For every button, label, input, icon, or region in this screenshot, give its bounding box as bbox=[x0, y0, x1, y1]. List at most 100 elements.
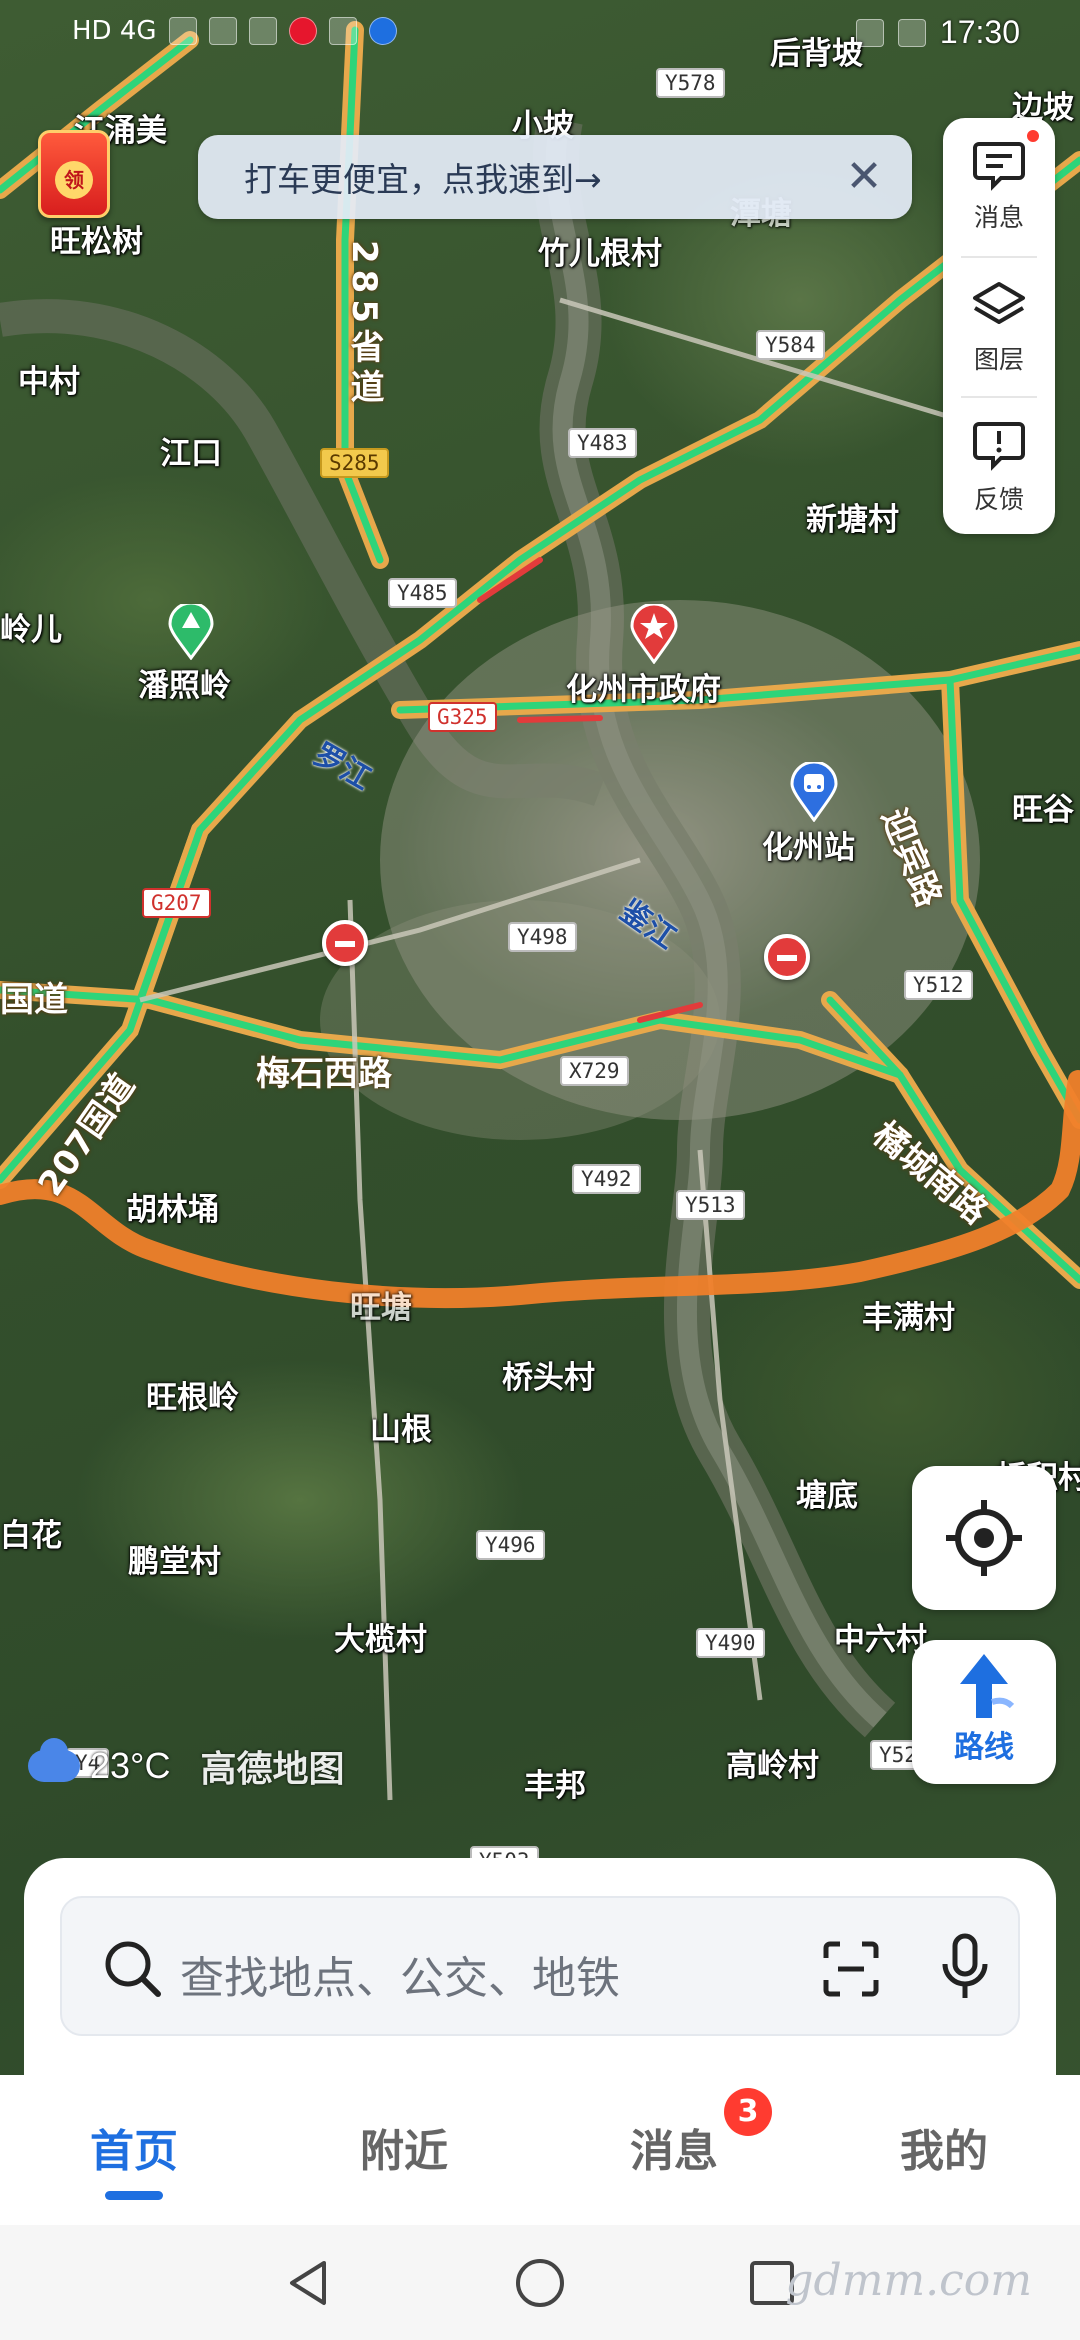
place-label: 竹儿根村 bbox=[538, 236, 662, 272]
search-icon bbox=[105, 1941, 161, 1997]
bottom-sheet: 查找地点、公交、地铁 bbox=[24, 1858, 1056, 2098]
place-label: 旺谷 bbox=[1012, 792, 1074, 828]
red-packet-button[interactable]: 领 bbox=[38, 130, 110, 218]
road-shield: G325 bbox=[428, 702, 497, 732]
network-label: HD 4G bbox=[72, 16, 157, 46]
place-label: 山根 bbox=[370, 1412, 432, 1448]
place-label: 中村 bbox=[18, 364, 80, 400]
status-bar: HD 4G 17:30 bbox=[0, 0, 1080, 70]
search-placeholder: 查找地点、公交、地铁 bbox=[180, 1953, 620, 2004]
road-name-label: 285省道 bbox=[344, 240, 384, 409]
feedback-label: 反馈 bbox=[973, 485, 1024, 514]
road-shield: Y498 bbox=[508, 922, 577, 952]
place-label: 高岭村 bbox=[726, 1748, 819, 1784]
road-shield: Y496 bbox=[476, 1530, 545, 1560]
road-shield: G207 bbox=[142, 888, 211, 918]
feedback-button[interactable]: 反馈 bbox=[943, 400, 1055, 530]
road-shield: Y492 bbox=[572, 1164, 641, 1194]
place-label: 岭儿 bbox=[0, 612, 62, 648]
feedback-icon bbox=[973, 422, 1025, 471]
layers-label: 图层 bbox=[973, 345, 1024, 374]
divider bbox=[961, 256, 1037, 258]
no-entry-icon[interactable] bbox=[322, 920, 368, 966]
road-shield: Y512 bbox=[904, 970, 973, 1000]
messages-button[interactable]: 消息 bbox=[943, 118, 1055, 248]
search-input[interactable]: 查找地点、公交、地铁 bbox=[60, 1896, 1020, 2036]
signal-icon bbox=[168, 17, 197, 45]
road-shield: S285 bbox=[320, 448, 389, 478]
road-shield: Y513 bbox=[676, 1190, 745, 1220]
place-label: 丰邦 bbox=[524, 1768, 586, 1804]
road-shield: Y578 bbox=[656, 68, 725, 98]
place-label: 大榄村 bbox=[334, 1622, 427, 1658]
road-shield: Y490 bbox=[696, 1628, 765, 1658]
back-icon[interactable] bbox=[280, 2255, 336, 2311]
locate-button[interactable] bbox=[912, 1466, 1056, 1610]
no-entry-icon[interactable] bbox=[764, 934, 810, 980]
app-notification-icon bbox=[328, 17, 357, 45]
battery-icon bbox=[897, 18, 926, 47]
map-logo: 高德地图 bbox=[200, 1749, 345, 1790]
unread-dot bbox=[1025, 128, 1041, 144]
close-icon[interactable]: ✕ bbox=[836, 149, 892, 205]
wifi-icon bbox=[208, 17, 237, 45]
red-packet-label: 领 bbox=[55, 161, 93, 199]
watermark: gdmm.com bbox=[785, 2255, 1032, 2306]
place-label: 胡林埇 bbox=[126, 1192, 219, 1228]
tab-messages[interactable]: 消息 bbox=[630, 2115, 718, 2179]
system-nav-bar: gdmm.com bbox=[0, 2225, 1080, 2340]
tab-me[interactable]: 我的 bbox=[900, 2115, 988, 2179]
tab-nearby[interactable]: 附近 bbox=[360, 2115, 448, 2179]
road-name-label: 国道 bbox=[0, 980, 68, 1020]
place-label: 旺塘 bbox=[350, 1290, 412, 1326]
temperature: 23°C bbox=[90, 1745, 171, 1786]
tab-bar: 首页 附近 消息 我的 bbox=[0, 2075, 1080, 2225]
road-shield: Y483 bbox=[568, 428, 637, 458]
bulb-icon bbox=[368, 17, 397, 45]
weather-widget[interactable]: 23°C 高德地图 bbox=[28, 1738, 345, 1792]
crosshair-icon bbox=[946, 1500, 1022, 1576]
cloud-icon bbox=[28, 1738, 80, 1782]
route-label: 路线 bbox=[954, 1730, 1014, 1765]
layers-icon bbox=[973, 282, 1025, 324]
promo-banner[interactable]: 打车更便宜，点我速到→ ✕ bbox=[198, 135, 912, 219]
place-label: 化州市政府 bbox=[566, 672, 721, 708]
road-name-label: 梅石西路 bbox=[256, 1054, 392, 1094]
notification-icon bbox=[248, 17, 277, 45]
place-label: 旺根岭 bbox=[146, 1380, 239, 1416]
divider bbox=[961, 396, 1037, 398]
status-icons-left: HD 4G bbox=[72, 16, 397, 46]
promo-banner-text: 打车更便宜，点我速到→ bbox=[244, 160, 602, 199]
place-label: 化州站 bbox=[762, 830, 855, 866]
clock: 17:30 bbox=[939, 14, 1020, 50]
road-shield: Y584 bbox=[756, 330, 825, 360]
place-label: 潘照岭 bbox=[138, 668, 231, 704]
message-icon bbox=[973, 142, 1025, 191]
layers-button[interactable]: 图层 bbox=[943, 260, 1055, 390]
train-station-icon[interactable] bbox=[790, 762, 838, 822]
road-shield: X729 bbox=[560, 1056, 629, 1086]
map-toolbar: 消息 图层 反馈 bbox=[943, 118, 1055, 534]
messages-label: 消息 bbox=[973, 203, 1024, 232]
weibo-icon bbox=[288, 17, 317, 45]
place-label: 新塘村 bbox=[806, 502, 899, 538]
route-button[interactable]: 路线 bbox=[912, 1640, 1056, 1784]
tab-home[interactable]: 首页 bbox=[90, 2115, 178, 2179]
place-label: 塘底 bbox=[796, 1478, 858, 1514]
place-label: 丰满村 bbox=[862, 1300, 955, 1336]
place-label: 鹏堂村 bbox=[128, 1544, 221, 1580]
place-label: 白花 bbox=[0, 1518, 62, 1554]
eye-icon bbox=[855, 18, 884, 47]
scan-icon[interactable] bbox=[820, 1938, 882, 2000]
place-label: 江口 bbox=[160, 436, 222, 472]
microphone-icon[interactable] bbox=[940, 1932, 990, 2004]
government-star-icon[interactable] bbox=[630, 604, 678, 664]
home-icon[interactable] bbox=[512, 2255, 568, 2311]
place-label: 桥头村 bbox=[502, 1360, 595, 1396]
road-shield: Y485 bbox=[388, 578, 457, 608]
scenic-spot-icon[interactable] bbox=[168, 604, 214, 660]
messages-badge: 3 bbox=[724, 2088, 772, 2136]
active-tab-indicator bbox=[105, 2191, 163, 2200]
status-icons-right: 17:30 bbox=[855, 14, 1020, 51]
place-label: 旺松树 bbox=[50, 224, 143, 260]
